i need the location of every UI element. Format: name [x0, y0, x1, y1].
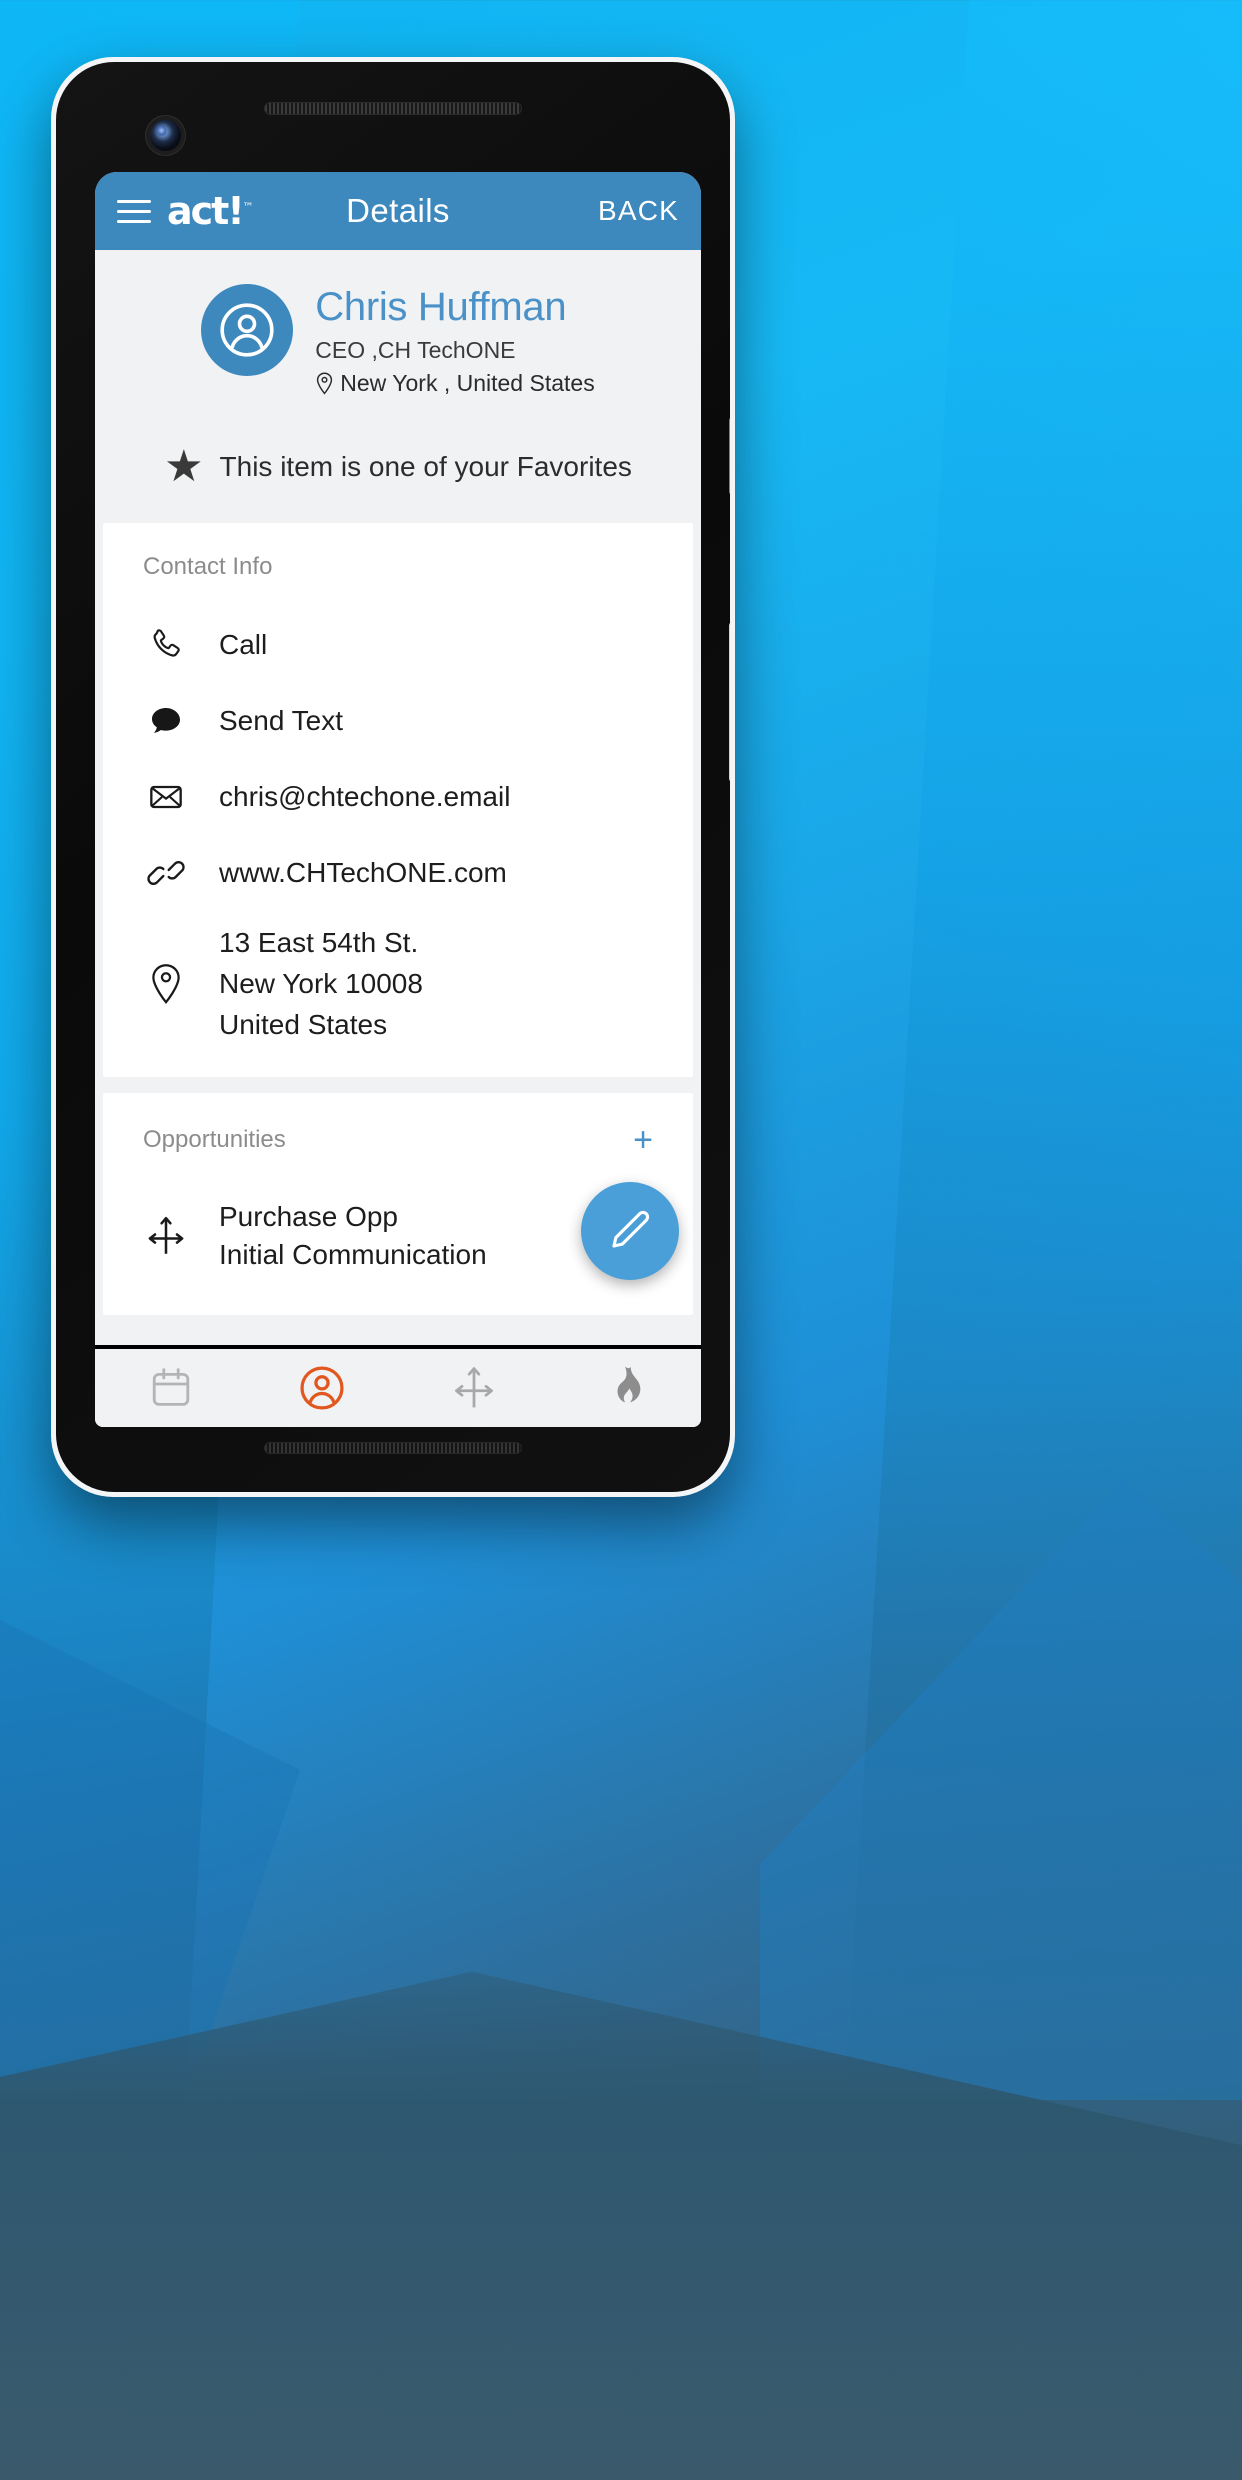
act-logo: act!™: [167, 192, 254, 230]
earpiece-speaker: [264, 102, 522, 115]
volume-button[interactable]: [729, 622, 730, 782]
trademark-symbol: ™: [242, 200, 254, 214]
contact-name: Chris Huffman: [315, 285, 567, 329]
contact-location: New York , United States: [315, 370, 595, 397]
map-pin-icon: [143, 963, 189, 1005]
map-pin-icon: [317, 372, 333, 395]
opportunity-stage: Initial Communication: [219, 1239, 487, 1270]
opportunity-arrows-icon: [143, 1212, 189, 1260]
avatar: [201, 284, 294, 376]
contact-row-label: chris@chtechone.email: [219, 781, 511, 812]
favorite-text: This item is one of your Favorites: [219, 451, 632, 482]
address-line-1: 13 East 54th St.: [219, 927, 419, 958]
page-title: Details: [346, 192, 450, 229]
phone-icon: [143, 625, 189, 665]
opportunities-title-text: Opportunities: [143, 1126, 286, 1153]
content-scroll-area[interactable]: Chris Huffman CEO ,CH TechONE New York ,…: [95, 250, 701, 1345]
act-logo-text: act!: [167, 189, 245, 233]
add-opportunity-button[interactable]: +: [633, 1123, 653, 1157]
flame-icon: [617, 1366, 641, 1403]
nav-calendar[interactable]: [95, 1364, 247, 1412]
contact-row-website[interactable]: www.CHTechONE.com: [103, 835, 693, 911]
envelope-icon: [143, 777, 189, 817]
link-icon: [143, 853, 189, 893]
contact-row-send-text[interactable]: Send Text: [103, 683, 693, 759]
opportunities-title: Opportunities +: [103, 1123, 693, 1157]
phone-device: act!™ Details BACK Chris Huffman CEO ,CH…: [51, 57, 735, 1497]
star-icon: ★: [164, 442, 204, 491]
phone-bezel: act!™ Details BACK Chris Huffman CEO ,CH…: [56, 62, 730, 1492]
contact-row-address[interactable]: 13 East 54th St. New York 10008 United S…: [103, 911, 693, 1051]
edit-fab-button[interactable]: [581, 1182, 679, 1280]
phone-screen: act!™ Details BACK Chris Huffman CEO ,CH…: [95, 172, 701, 1427]
bottom-speaker: [264, 1442, 522, 1454]
nav-contacts[interactable]: [247, 1362, 399, 1414]
calendar-icon: [152, 1368, 189, 1406]
person-circle-icon: [220, 303, 274, 357]
power-button[interactable]: [729, 417, 730, 495]
contact-info-card: Contact Info Call Send Text chris@chtech…: [103, 523, 693, 1077]
contact-row-label: Call: [219, 629, 268, 660]
favorite-banner: ★ This item is one of your Favorites: [95, 423, 701, 523]
address-line-3: United States: [219, 1009, 388, 1040]
opportunity-name: Purchase Opp: [219, 1201, 398, 1232]
contact-header: Chris Huffman CEO ,CH TechONE New York ,…: [95, 250, 701, 423]
contact-row-call[interactable]: Call: [103, 607, 693, 683]
contact-row-label: www.CHTechONE.com: [219, 857, 507, 888]
nav-activity[interactable]: [550, 1363, 702, 1413]
contact-row-email[interactable]: chris@chtechone.email: [103, 759, 693, 835]
opportunities-icon: [454, 1367, 493, 1408]
contact-row-label: Send Text: [219, 705, 344, 736]
address-line-2: New York 10008: [219, 968, 423, 999]
app-header: act!™ Details BACK: [95, 172, 701, 250]
bottom-navigation: [95, 1345, 701, 1427]
contact-info-title: Contact Info: [143, 553, 273, 580]
chat-bubble-icon: [143, 701, 189, 741]
nav-opportunities[interactable]: [398, 1362, 550, 1414]
contacts-icon: [300, 1366, 344, 1410]
pencil-edit-icon: [612, 1210, 650, 1248]
back-button[interactable]: BACK: [598, 195, 679, 227]
contact-job-title: CEO ,CH TechONE: [315, 337, 516, 363]
contact-location-text: New York , United States: [340, 370, 595, 396]
front-camera: [150, 120, 181, 151]
hamburger-menu-icon[interactable]: [117, 199, 151, 223]
